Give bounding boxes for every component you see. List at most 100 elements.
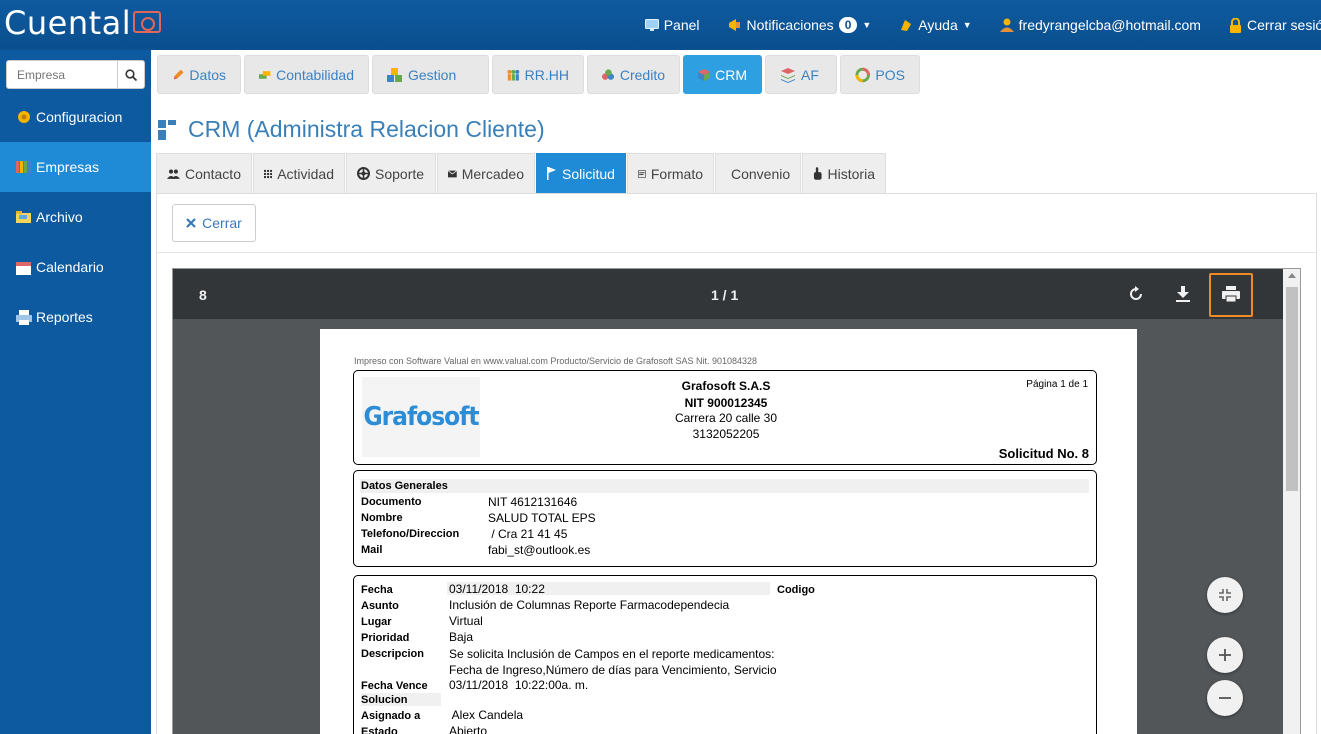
module-tab-af[interactable]: AF (765, 55, 837, 94)
nav-notificaciones[interactable]: Notificaciones 0 ▼ (728, 17, 871, 33)
field-label: Estado (361, 726, 398, 734)
rotate-icon (1130, 286, 1142, 300)
contacts-icon (167, 169, 180, 179)
folder-icon (16, 211, 31, 223)
top-bar: Cuental Panel Notificaciones 0 ▼ Ayuda ▼… (0, 0, 1321, 50)
nav-user-label: fredyrangelcba@hotmail.com (1018, 17, 1201, 33)
zoom-out-button[interactable] (1207, 680, 1243, 716)
company-name: Grafosoft S.A.S (681, 379, 771, 393)
tab-label: Actividad (277, 165, 334, 182)
nav-logout-label: Cerrar sesión (1246, 17, 1321, 33)
pointer-hand-icon (813, 167, 822, 180)
field-value: Fecha de Ingreso,Número de días para Ven… (449, 663, 777, 677)
module-tab-crm[interactable]: CRM (683, 55, 762, 94)
company-nit: NIT 900012345 (684, 396, 768, 410)
sidebar-item-archivo[interactable]: Archivo (0, 192, 151, 242)
tab-actividad[interactable]: Actividad (253, 153, 345, 193)
tab-contacto[interactable]: Contacto (156, 153, 252, 193)
search-button[interactable] (117, 61, 144, 88)
field-label: Solucion (361, 694, 408, 706)
pdf-viewer: 8 1 / 1 Impreso con Software Valual en w… (172, 268, 1301, 734)
field-value: Inclusión de Columnas Reporte Farmacodep… (449, 598, 730, 612)
printer-icon (16, 309, 32, 325)
nav-user[interactable]: fredyrangelcba@hotmail.com (999, 17, 1201, 33)
module-tabs: Datos Contabilidad Gestion RR.HH Credito… (157, 55, 920, 94)
scroll-up-arrow-icon[interactable] (1288, 273, 1296, 278)
field-label: Asunto (361, 600, 399, 612)
logo-wallet-icon (133, 11, 162, 33)
report-header: Grafosoft Grafosoft S.A.S NIT 900012345 … (353, 370, 1097, 465)
sidebar-item-reportes[interactable]: Reportes (0, 292, 151, 342)
sidebar-item-calendario[interactable]: Calendario (0, 242, 151, 292)
nav-ayuda[interactable]: Ayuda ▼ (899, 17, 972, 33)
app-logo[interactable]: Cuental (4, 4, 162, 42)
nav-logout[interactable]: Cerrar sesión (1229, 17, 1321, 33)
general-data-section: Datos Generales Documento NIT 4612131646… (353, 470, 1097, 567)
general-data-title: Datos Generales (361, 480, 448, 492)
close-button[interactable]: Cerrar (172, 204, 256, 242)
field-label: Mail (361, 544, 383, 556)
rotate-button[interactable] (1123, 281, 1149, 307)
request-detail-section: Fecha 03/11/2018 10:22 Codigo Asunto Inc… (353, 575, 1097, 734)
books-icon (16, 161, 31, 173)
field-value: SALUD TOTAL EPS (488, 511, 596, 525)
field-label: Descripcion (361, 648, 424, 660)
download-icon (1176, 286, 1190, 302)
gear-icon (18, 111, 30, 123)
module-tab-pos[interactable]: POS (840, 55, 920, 94)
tab-mercadeo[interactable]: Mercadeo (437, 153, 535, 193)
pdf-page: Impreso con Software Valual en www.valua… (320, 329, 1137, 734)
tab-historia[interactable]: Historia (802, 153, 886, 193)
nav-notificaciones-label: Notificaciones (746, 17, 834, 33)
page-title-text: CRM (Administra Relacion Cliente) (188, 116, 545, 142)
fit-page-button[interactable] (1207, 577, 1243, 613)
nav-panel[interactable]: Panel (644, 17, 700, 33)
pdf-document-title: 8 (199, 287, 207, 303)
scroll-thumb[interactable] (1286, 287, 1298, 491)
company-search-input[interactable] (7, 61, 117, 88)
layers-icon (781, 67, 795, 83)
tab-soporte[interactable]: Soporte (346, 153, 436, 193)
monitor-icon (644, 18, 659, 31)
minus-icon (1219, 697, 1231, 699)
field-value: fabi_st@outlook.es (488, 543, 591, 557)
sidebar-item-empresas[interactable]: Empresas (0, 142, 151, 192)
lifebuoy-icon (357, 167, 370, 180)
print-button[interactable] (1218, 281, 1244, 307)
money-stack-icon (259, 70, 271, 79)
sidebar-item-label: Reportes (36, 309, 93, 325)
lock-icon (1229, 17, 1241, 33)
field-value: 03/11/2018 10:22:00a. m. (449, 678, 589, 692)
module-tab-credito[interactable]: Credito (587, 55, 680, 94)
module-tab-datos[interactable]: Datos (157, 55, 241, 94)
module-tab-label: Gestion (408, 66, 457, 83)
field-label: Asignado a (361, 710, 421, 722)
caret-down-icon: ▼ (962, 20, 972, 30)
tab-solicitud[interactable]: Solicitud (536, 153, 626, 193)
module-tab-gestion[interactable]: Gestion (372, 55, 489, 94)
grid-icon (264, 169, 273, 178)
top-nav: Panel Notificaciones 0 ▼ Ayuda ▼ fredyra… (617, 0, 1321, 50)
sidebar-item-configuracion[interactable]: Configuracion (0, 92, 151, 142)
field-value: NIT 4612131646 (488, 495, 578, 509)
nav-ayuda-label: Ayuda (918, 17, 958, 33)
sidebar-item-label: Calendario (36, 259, 104, 275)
solicitud-number: Solicitud No. 8 (998, 446, 1089, 461)
tab-label: Solicitud (562, 165, 615, 182)
sidebar-item-label: Archivo (36, 209, 83, 225)
search-icon (125, 68, 137, 81)
module-tab-rrhh[interactable]: RR.HH (492, 55, 584, 94)
tab-formato[interactable]: Formato (627, 153, 714, 193)
tab-convenio[interactable]: Convenio (715, 153, 801, 193)
sidebar-item-label: Empresas (36, 159, 100, 175)
field-value: Virtual (449, 614, 483, 628)
download-button[interactable] (1170, 281, 1196, 307)
envelope-icon (448, 169, 457, 177)
form-icon (638, 169, 646, 178)
zoom-in-button[interactable] (1207, 637, 1243, 673)
notification-count-badge: 0 (838, 17, 858, 33)
field-value: Baja (449, 630, 474, 644)
sidebar-item-label: Configuracion (36, 109, 123, 125)
pdf-scrollbar[interactable] (1283, 269, 1300, 734)
module-tab-contabilidad[interactable]: Contabilidad (244, 55, 369, 94)
